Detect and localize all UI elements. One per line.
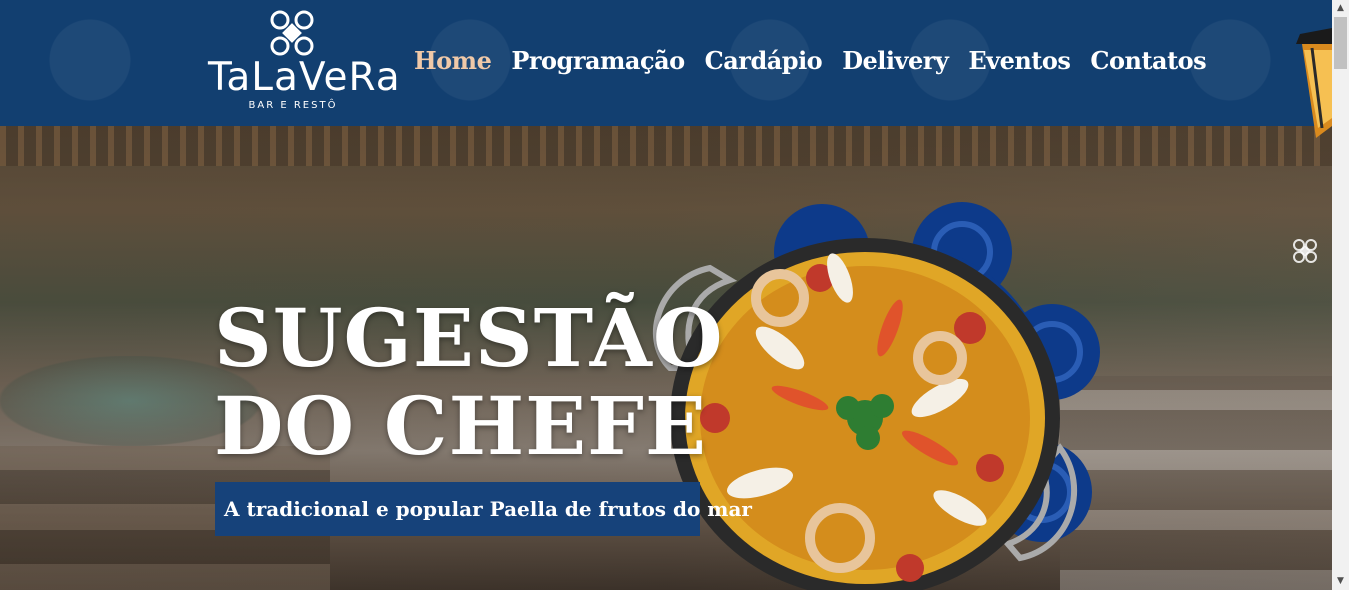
hero-subtitle: A tradicional e popular Paella de frutos…: [215, 482, 752, 536]
nav-eventos[interactable]: Eventos: [968, 46, 1071, 75]
site-header: TaLaVeRa BAR E RESTÔ Home Programação Ca…: [0, 0, 1332, 126]
page-scrollbar[interactable]: ▲ ▼: [1332, 0, 1349, 590]
scroll-up-arrow-icon[interactable]: ▲: [1332, 0, 1349, 17]
ornament-icon: [1293, 239, 1317, 263]
hero-title-line2: DO CHEFE: [214, 379, 707, 473]
brand-name: TaLaVeRa: [208, 55, 401, 100]
brand-tagline: BAR E RESTÔ: [248, 100, 338, 111]
nav-delivery[interactable]: Delivery: [842, 46, 949, 75]
hero-banner: SUGESTÃO DO CHEFE A tradicional e popula…: [0, 126, 1332, 590]
nav-home[interactable]: Home: [414, 46, 492, 75]
scroll-down-arrow-icon[interactable]: ▼: [1332, 573, 1349, 590]
nav-cardapio[interactable]: Cardápio: [705, 46, 823, 75]
scroll-thumb[interactable]: [1334, 17, 1347, 69]
brand-logo[interactable]: TaLaVeRa BAR E RESTÔ: [208, 8, 401, 112]
talavera-logo-icon: [270, 10, 314, 56]
nav-contatos[interactable]: Contatos: [1090, 46, 1206, 75]
hero-title: SUGESTÃO DO CHEFE: [214, 294, 724, 470]
hero-title-line1: SUGESTÃO: [214, 291, 724, 385]
nav-programacao[interactable]: Programação: [511, 46, 685, 75]
pergola-background: [0, 126, 1332, 166]
main-nav: Home Programação Cardápio Delivery Event…: [414, 46, 1226, 75]
lantern-icon: [1296, 28, 1332, 138]
